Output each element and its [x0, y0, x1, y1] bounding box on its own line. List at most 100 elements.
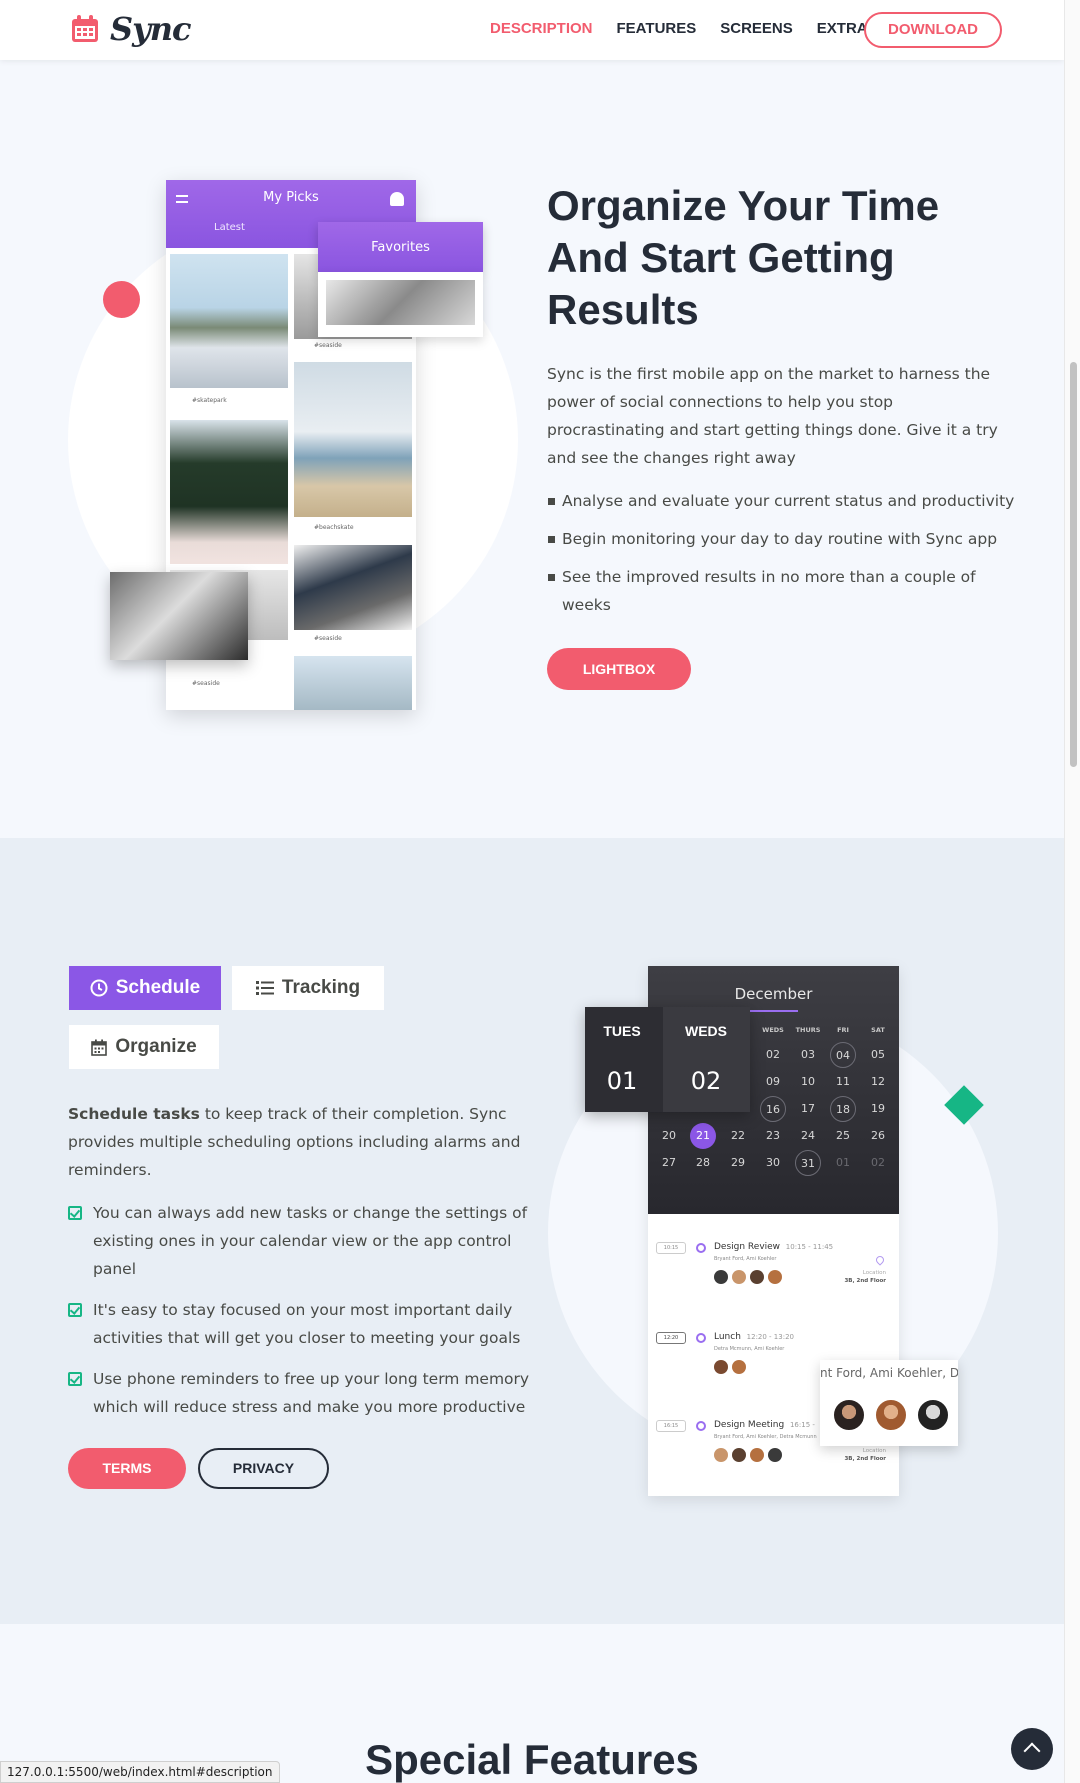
favorites-photo: [326, 280, 475, 325]
calendar-day[interactable]: 26: [865, 1123, 891, 1149]
favorites-image-card: [318, 272, 483, 337]
calendar-day[interactable]: 28: [690, 1150, 716, 1176]
phone-title: My Picks: [263, 190, 319, 205]
avatar: [732, 1448, 746, 1462]
dow-thurs: THURS: [795, 1026, 821, 1034]
calendar-day[interactable]: 24: [795, 1123, 821, 1149]
nav-link-features[interactable]: FEATURES: [617, 20, 697, 37]
avatar: [714, 1448, 728, 1462]
tab-organize-label: Organize: [115, 1036, 197, 1057]
calendar-day[interactable]: 25: [830, 1123, 856, 1149]
calendar-day[interactable]: 05: [865, 1042, 891, 1068]
calendar-day[interactable]: 31: [795, 1150, 821, 1176]
bell-icon: [390, 192, 404, 206]
calendar-day[interactable]: 17: [795, 1096, 821, 1122]
calendar-day[interactable]: 19: [865, 1096, 891, 1122]
calendar-icon: [91, 1039, 108, 1056]
calendar-day[interactable]: 18: [830, 1096, 856, 1122]
calendar-day[interactable]: 02: [760, 1042, 786, 1068]
page: Sync DESCRIPTION FEATURES SCREENS EXTRA …: [0, 0, 1064, 1783]
event-time: 10:15: [656, 1242, 686, 1254]
photo-palms: [170, 420, 288, 564]
calendar-day[interactable]: 12: [865, 1069, 891, 1095]
event-range: 10:15 - 11:45: [785, 1243, 834, 1251]
calendar-logo-icon: [72, 15, 98, 42]
selected-days-card: TUES 01 WEDS 02: [585, 1007, 750, 1112]
tab-organize[interactable]: Organize: [69, 1025, 219, 1069]
calendar-day[interactable]: 27: [656, 1150, 682, 1176]
checkbox-icon: [68, 1372, 82, 1386]
calendar-day[interactable]: 20: [656, 1123, 682, 1149]
caption-seaside-2: #seaside: [192, 680, 220, 687]
calendar-day[interactable]: 03: [795, 1042, 821, 1068]
calendar-day[interactable]: 22: [725, 1123, 751, 1149]
event-room: 3B, 2nd Floor: [844, 1456, 886, 1462]
photo-books: [294, 545, 412, 630]
avatar: [750, 1448, 764, 1462]
calendar-day[interactable]: 11: [830, 1069, 856, 1095]
caption-seaside-3: #seaside: [314, 635, 342, 642]
nav-link-screens[interactable]: SCREENS: [720, 20, 793, 37]
back-to-top-button[interactable]: [1011, 1728, 1053, 1770]
lightbox-button[interactable]: LIGHTBOX: [547, 648, 691, 690]
download-button[interactable]: DOWNLOAD: [864, 12, 1002, 48]
bullet-item: See the improved results in no more than…: [547, 563, 1017, 619]
nav-links: DESCRIPTION FEATURES SCREENS EXTRA: [490, 20, 904, 37]
hero-title: Organize Your Time And Start Getting Res…: [547, 182, 940, 333]
dow-fri: FRI: [837, 1026, 849, 1034]
check-item-text: Use phone reminders to free up your long…: [93, 1370, 530, 1416]
avatar: [874, 1398, 908, 1432]
caption-seaside-1: #seaside: [314, 342, 342, 349]
event-design-review[interactable]: 10:15 Design Review 10:15 - 11:45 Bryant…: [656, 1242, 891, 1312]
event-people: Bryant Ford, Ami Koehler, Detra Mcmunn: [714, 1434, 817, 1440]
tab-tracking-label: Tracking: [281, 977, 361, 998]
day-label-weds: WEDS: [685, 1023, 727, 1039]
calendar-day[interactable]: 29: [725, 1150, 751, 1176]
calendar-day[interactable]: 09: [760, 1069, 786, 1095]
hero-bullet-list: Analyse and evaluate your current status…: [547, 487, 1017, 629]
phone-tab-latest: Latest: [214, 222, 245, 233]
browser-status-url: 127.0.0.1:5500/web/index.html#descriptio…: [0, 1761, 280, 1783]
decor-red-dot: [103, 281, 140, 318]
event-title-text: Design Meeting: [714, 1420, 785, 1430]
dow-sat: SAT: [871, 1026, 885, 1034]
event-title: Lunch 12:20 - 13:20: [714, 1332, 794, 1342]
day-label-tues: TUES: [603, 1023, 641, 1039]
check-item-text: It's easy to stay focused on your most i…: [93, 1301, 521, 1347]
event-people: Bryant Ford, Ami Koehler: [714, 1256, 777, 1262]
clock-icon: [90, 979, 108, 997]
nav-link-description[interactable]: DESCRIPTION: [490, 20, 593, 37]
hero-description: Sync is the first mobile app on the mark…: [547, 365, 998, 467]
calendar-day[interactable]: 04: [830, 1042, 856, 1068]
calendar-day[interactable]: 23: [760, 1123, 786, 1149]
page-scrollbar[interactable]: [1064, 0, 1080, 1783]
brand-name: Sync: [110, 10, 191, 48]
caption-skatepark: #skatepark: [192, 397, 227, 404]
location-pin-icon: [874, 1254, 886, 1266]
sneakers-photo-card: [110, 572, 248, 660]
avatar: [832, 1398, 866, 1432]
calendar-day[interactable]: 02: [865, 1150, 891, 1176]
caption-beachskate: #beachskate: [314, 524, 354, 531]
brand-logo[interactable]: Sync: [70, 10, 191, 48]
tab-schedule[interactable]: Schedule: [69, 966, 221, 1010]
privacy-button[interactable]: PRIVACY: [198, 1448, 329, 1489]
check-item-text: You can always add new tasks or change t…: [93, 1204, 528, 1278]
avatar: [714, 1360, 728, 1374]
avatar: [916, 1398, 950, 1432]
terms-button[interactable]: TERMS: [68, 1448, 186, 1489]
calendar-day[interactable]: 16: [760, 1096, 786, 1122]
event-time: 16:15: [656, 1420, 686, 1432]
calendar-day[interactable]: 01: [830, 1150, 856, 1176]
event-title-text: Lunch: [714, 1332, 741, 1342]
event-title: Design Review 10:15 - 11:45: [714, 1242, 833, 1252]
tab-tracking[interactable]: Tracking: [232, 966, 384, 1010]
dow-weds: WEDS: [762, 1026, 784, 1034]
calendar-day-selected[interactable]: 21: [690, 1123, 716, 1149]
month-underline: [748, 1010, 798, 1012]
calendar-day[interactable]: 30: [760, 1150, 786, 1176]
scrollbar-thumb[interactable]: [1070, 362, 1077, 767]
navbar: Sync DESCRIPTION FEATURES SCREENS EXTRA …: [0, 0, 1064, 60]
calendar-day[interactable]: 10: [795, 1069, 821, 1095]
avatar: [732, 1270, 746, 1284]
